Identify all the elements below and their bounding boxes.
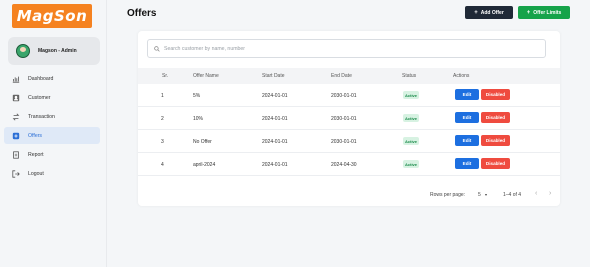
- disable-button[interactable]: Disabled: [481, 89, 510, 100]
- cell-start-date: 2024-01-01: [262, 116, 288, 122]
- edit-button[interactable]: Edit: [455, 112, 479, 123]
- disable-button[interactable]: Disabled: [481, 112, 510, 123]
- disable-button[interactable]: Disabled: [481, 158, 510, 169]
- status-badge: Active: [403, 160, 420, 168]
- edit-button[interactable]: Edit: [455, 89, 479, 100]
- table-header: Sr. Offer Name Start Date End Date Statu…: [138, 68, 560, 84]
- person-icon: [12, 94, 20, 102]
- offers-card: Sr. Offer Name Start Date End Date Statu…: [138, 31, 560, 206]
- edit-button[interactable]: Edit: [455, 158, 479, 169]
- sidebar-item-transaction[interactable]: Transaction: [8, 108, 99, 125]
- offer-limits-button[interactable]: + Offer Limits: [518, 6, 570, 19]
- search-box[interactable]: [147, 39, 546, 58]
- plus-icon: +: [526, 9, 531, 16]
- add-offer-button[interactable]: + Add Offer: [465, 6, 513, 19]
- table-row: 3 No Offer 2024-01-01 2030-01-01 Active …: [138, 130, 560, 153]
- search-icon: [154, 45, 160, 52]
- cell-start-date: 2024-01-01: [262, 139, 288, 145]
- user-name: Magson - Admin: [38, 48, 77, 54]
- chart-icon: [12, 75, 20, 83]
- table-row: 4 april-2024 2024-01-01 2024-04-30 Activ…: [138, 153, 560, 176]
- cell-offer-name: No Offer: [193, 139, 212, 145]
- cell-offer-name: 10%: [193, 116, 204, 122]
- sidebar-item-offers[interactable]: Offers: [4, 127, 100, 144]
- main-content: Offers + Add Offer + Offer Limits Sr. Of…: [107, 0, 590, 267]
- chevron-right-icon[interactable]: ›: [549, 190, 551, 197]
- search-input[interactable]: [164, 45, 524, 52]
- document-icon: [12, 150, 20, 159]
- cell-sr: 4: [161, 162, 164, 168]
- avatar: [16, 44, 30, 58]
- edit-button[interactable]: Edit: [455, 135, 479, 146]
- cell-end-date: 2030-01-01: [331, 116, 357, 122]
- sidebar-item-dashboard[interactable]: Dashboard: [8, 70, 99, 87]
- column-header-offer-name: Offer Name: [193, 73, 219, 79]
- cell-start-date: 2024-01-01: [262, 162, 288, 168]
- status-badge: Active: [403, 137, 420, 145]
- status-badge: Active: [403, 114, 420, 122]
- sidebar-item-customer[interactable]: Customer: [8, 89, 99, 106]
- cell-sr: 1: [161, 93, 164, 99]
- table-row: 1 5% 2024-01-01 2030-01-01 Active Edit D…: [138, 84, 560, 107]
- cell-offer-name: april-2024: [193, 162, 216, 168]
- sidebar-item-label: Report: [28, 151, 44, 158]
- cell-sr: 3: [161, 139, 164, 145]
- table-row: 2 10% 2024-01-01 2030-01-01 Active Edit …: [138, 107, 560, 130]
- cell-end-date: 2030-01-01: [331, 93, 357, 99]
- brand-logo[interactable]: MagSon: [12, 4, 92, 28]
- column-header-start-date: Start Date: [262, 73, 285, 79]
- sidebar-item-label: Transaction: [28, 113, 55, 120]
- sidebar-nav: Dashboard Customer Transaction Offers Re…: [0, 70, 107, 184]
- cell-end-date: 2024-04-30: [331, 162, 357, 168]
- user-card[interactable]: Magson - Admin: [8, 37, 100, 65]
- sidebar-item-label: Dashboard: [28, 75, 54, 82]
- cell-sr: 2: [161, 116, 164, 122]
- sidebar-item-label: Logout: [28, 170, 44, 177]
- sidebar-item-label: Customer: [28, 94, 51, 101]
- column-header-end-date: End Date: [331, 73, 352, 79]
- swap-icon: [12, 113, 20, 121]
- rows-per-page-select[interactable]: 5: [478, 192, 481, 198]
- sidebar: MagSon Magson - Admin Dashboard Customer…: [0, 0, 107, 267]
- column-header-sr: Sr.: [162, 73, 169, 79]
- column-header-actions: Actions: [453, 73, 470, 79]
- add-offer-label: Add Offer: [480, 9, 504, 16]
- status-badge: Active: [403, 91, 420, 99]
- logo-text: MagSon: [16, 7, 88, 25]
- cell-end-date: 2030-01-01: [331, 139, 357, 145]
- disable-button[interactable]: Disabled: [481, 135, 510, 146]
- sidebar-item-report[interactable]: Report: [8, 146, 99, 163]
- cell-start-date: 2024-01-01: [262, 93, 288, 99]
- pagination-range: 1–4 of 4: [503, 192, 522, 198]
- offer-limits-label: Offer Limits: [533, 9, 562, 16]
- plus-icon: +: [474, 9, 478, 16]
- page-title: Offers: [127, 8, 157, 19]
- tag-icon: [12, 132, 20, 140]
- sidebar-item-label: Offers: [28, 132, 43, 139]
- logout-icon: [12, 169, 20, 178]
- sidebar-item-logout[interactable]: Logout: [8, 165, 99, 182]
- chevron-left-icon[interactable]: ‹: [535, 190, 537, 197]
- pagination: Rows per page: 5 ▾ 1–4 of 4 ‹ ›: [138, 188, 560, 202]
- cell-offer-name: 5%: [193, 93, 201, 99]
- rows-per-page-label: Rows per page:: [430, 192, 466, 198]
- column-header-status: Status: [402, 73, 417, 79]
- caret-down-icon[interactable]: ▾: [485, 192, 487, 197]
